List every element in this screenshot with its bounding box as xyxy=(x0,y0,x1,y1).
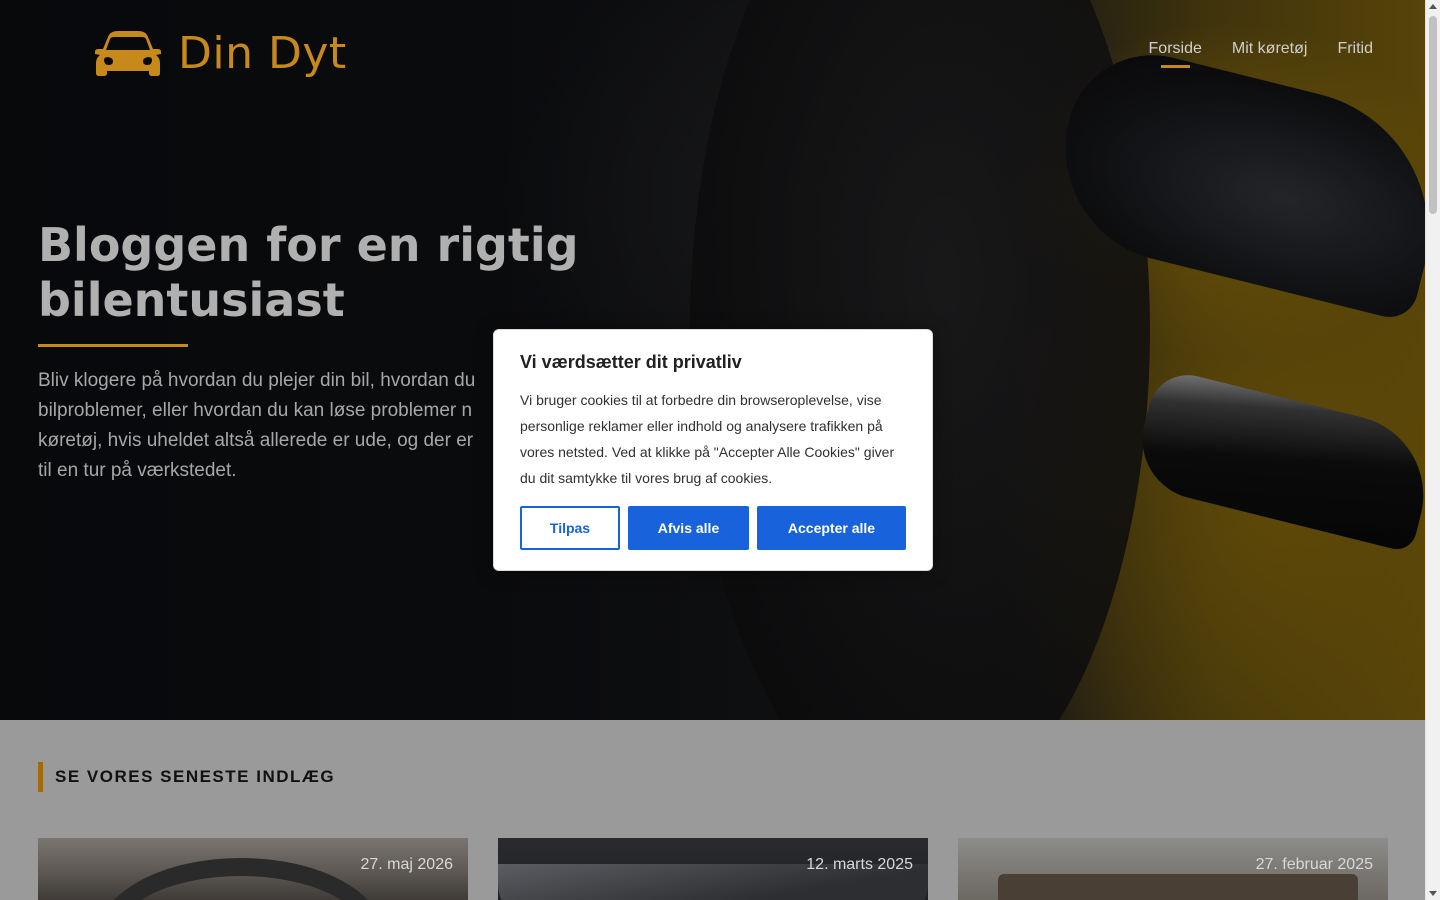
customize-button[interactable]: Tilpas xyxy=(520,506,620,550)
post-date: 12. marts 2025 xyxy=(806,856,913,873)
hero-description: Bliv klogere på hvordan du plejer din bi… xyxy=(38,366,538,486)
cookie-modal-title: Vi værdsætter dit privatliv xyxy=(520,352,742,372)
brand-name: Din Dyt xyxy=(178,28,347,79)
post-date: 27. maj 2026 xyxy=(360,856,453,873)
post-date: 27. februar 2025 xyxy=(1255,856,1373,873)
nav-item-fritid[interactable]: Fritid xyxy=(1337,40,1373,68)
hero-text-line: til en tur på værkstedet. xyxy=(38,460,237,481)
post-card[interactable]: 27. maj 2026 xyxy=(38,838,468,900)
logo-link[interactable]: Din Dyt xyxy=(94,28,347,79)
hero-text-line: køretøj, hvis uheldet altså allerede er … xyxy=(38,430,474,451)
reject-all-button[interactable]: Afvis alle xyxy=(628,506,749,550)
page-scrollbar[interactable] xyxy=(1425,0,1440,900)
hero-title: Bloggen for en rigtig bilentusiast xyxy=(38,218,579,327)
hero-text-line: Bliv klogere på hvordan du plejer din bi… xyxy=(38,370,476,391)
car-icon xyxy=(95,30,161,76)
section-title: SE VORES SENESTE INDLÆG xyxy=(38,762,335,792)
nav-item-forside[interactable]: Forside xyxy=(1149,40,1202,68)
cookie-modal-actions: Tilpas Afvis alle Accepter alle xyxy=(520,506,906,550)
scroll-down-icon[interactable] xyxy=(1429,891,1437,896)
hero-divider xyxy=(38,344,188,347)
cookie-modal-text: Vi bruger cookies til at forbedre din br… xyxy=(520,392,895,486)
scroll-up-icon[interactable] xyxy=(1429,4,1437,9)
post-card[interactable]: 12. marts 2025 xyxy=(498,838,928,900)
main-nav: Forside Mit køretøj Fritid xyxy=(1149,40,1373,68)
scroll-thumb[interactable] xyxy=(1429,16,1437,214)
latest-posts-section: SE VORES SENESTE INDLÆG 27. maj 2026 12.… xyxy=(0,720,1425,900)
hero-text-line: bilproblemer, eller hvordan du kan løse … xyxy=(38,400,473,421)
nav-item-mit-koretoj[interactable]: Mit køretøj xyxy=(1232,40,1308,68)
cookie-consent-modal: Vi værdsætter dit privatliv Vi bruger co… xyxy=(493,329,933,571)
post-card[interactable]: 27. februar 2025 xyxy=(958,838,1388,900)
accept-all-button[interactable]: Accepter alle xyxy=(757,506,906,550)
